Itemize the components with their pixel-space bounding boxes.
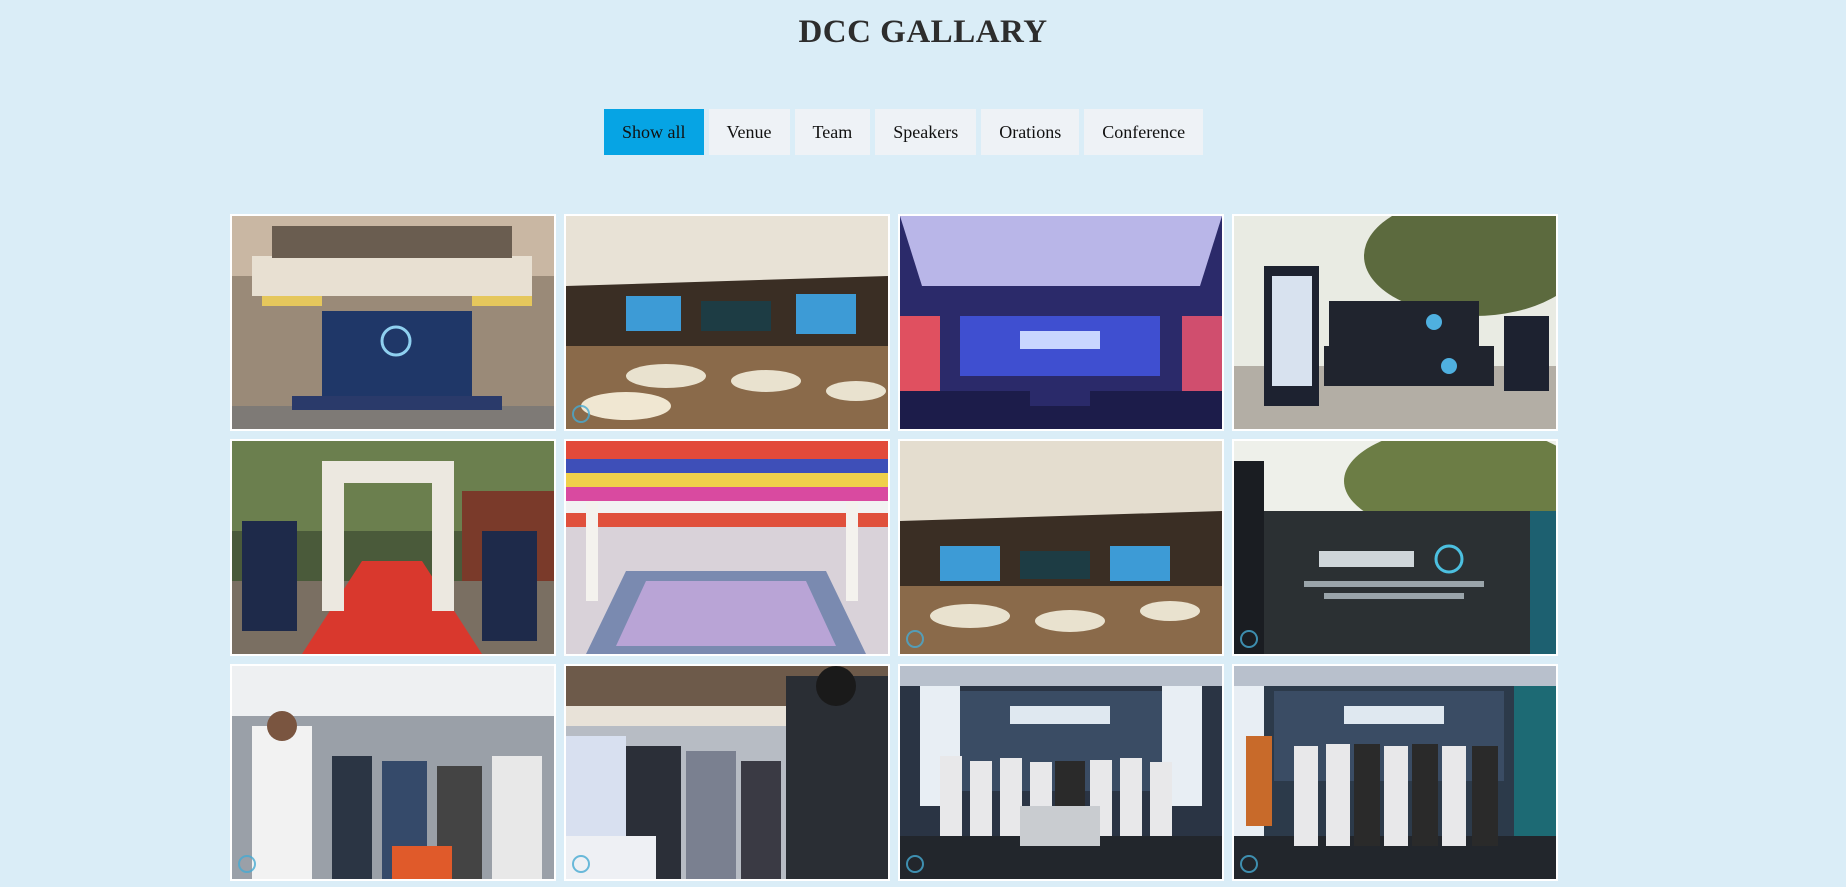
photo-gallery — [230, 214, 1558, 881]
photo-team-group-2 — [1234, 666, 1556, 879]
gallery-photo[interactable] — [898, 439, 1224, 656]
watermark-icon — [572, 855, 590, 873]
filter-team[interactable]: Team — [794, 109, 871, 155]
watermark-icon — [238, 855, 256, 873]
gallery-photo[interactable] — [230, 439, 556, 656]
filter-speakers[interactable]: Speakers — [875, 109, 977, 155]
filter-orations[interactable]: Orations — [981, 109, 1080, 155]
watermark-icon — [572, 405, 590, 423]
photo-welcome-arch — [232, 441, 554, 654]
watermark-icon — [1240, 855, 1258, 873]
photo-pool-canopy — [566, 441, 888, 654]
gallery-photo[interactable] — [230, 214, 556, 431]
watermark-icon — [906, 855, 924, 873]
filter-show-all[interactable]: Show all — [604, 109, 704, 155]
watermark-icon — [906, 630, 924, 648]
filter-venue[interactable]: Venue — [708, 109, 790, 155]
photo-crowd-2 — [566, 666, 888, 879]
photo-venue-entrance — [232, 216, 554, 429]
photo-team-group-1 — [900, 666, 1222, 879]
filter-bar: Show all Venue Team Speakers Orations Co… — [604, 109, 1204, 155]
photo-crowd-1 — [232, 666, 554, 879]
gallery-photo[interactable] — [1232, 214, 1558, 431]
gallery-photo[interactable] — [898, 214, 1224, 431]
photo-outdoor-standees — [1234, 216, 1556, 429]
gallery-photo[interactable] — [1232, 664, 1558, 881]
gallery-photo[interactable] — [898, 664, 1224, 881]
gallery-photo[interactable] — [1232, 439, 1558, 656]
watermark-icon — [1240, 630, 1258, 648]
gallery-photo[interactable] — [564, 214, 890, 431]
photo-stage-blue — [900, 216, 1222, 429]
photo-banquet-hall — [566, 216, 888, 429]
gallery-photo[interactable] — [230, 664, 556, 881]
photo-banquet-hall-2 — [900, 441, 1222, 654]
gallery-photo[interactable] — [564, 439, 890, 656]
photo-outdoor-banner — [1234, 441, 1556, 654]
filter-conference[interactable]: Conference — [1084, 109, 1204, 155]
page-title: DCC GALLARY — [798, 14, 1048, 50]
gallery-photo[interactable] — [564, 664, 890, 881]
